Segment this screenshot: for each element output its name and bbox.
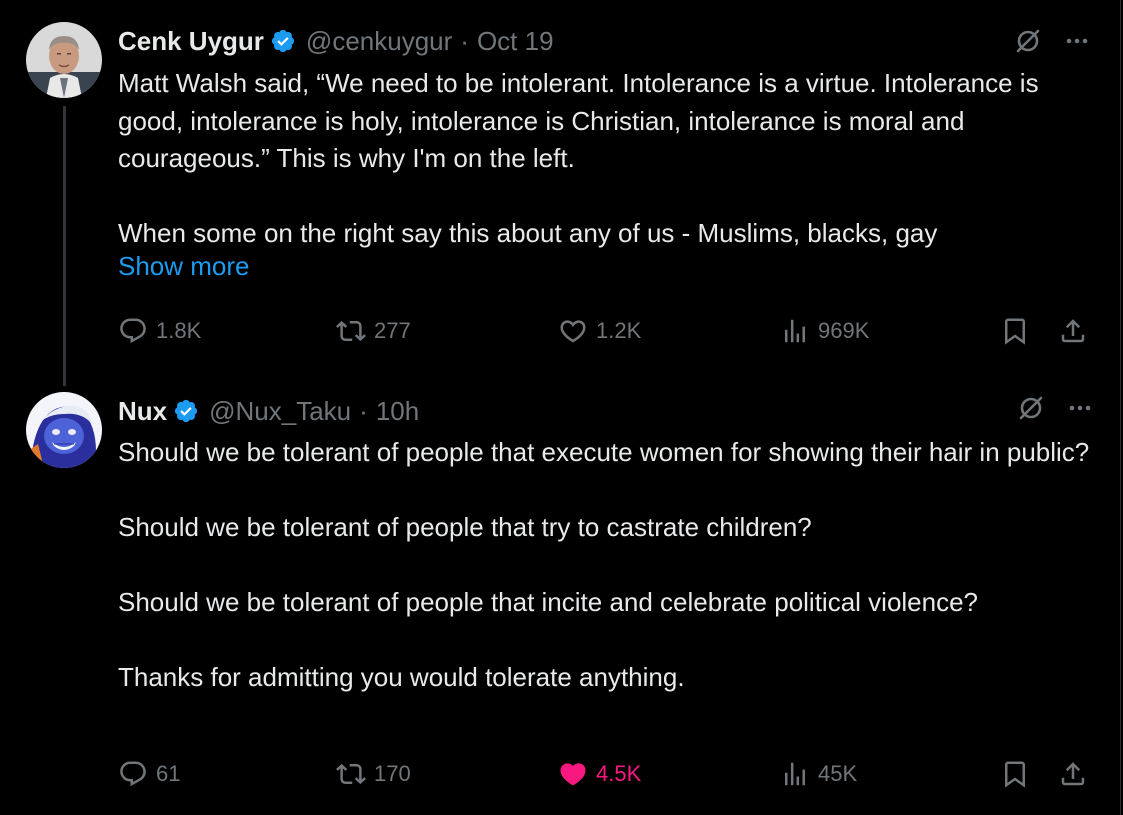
- author-name[interactable]: Nux: [118, 396, 167, 427]
- more-options-icon[interactable]: [1067, 395, 1093, 421]
- tweet-text: Matt Walsh said, “We need to be intolera…: [118, 68, 1039, 248]
- tweet-top-controls: [1017, 394, 1093, 422]
- bookmark-icon: [1005, 761, 1025, 788]
- meta-separator: ·: [460, 25, 469, 56]
- more-options-icon[interactable]: [1064, 28, 1090, 54]
- tweet-text: Should we be tolerant of people that exe…: [118, 437, 1090, 692]
- verified-badge-icon[interactable]: [173, 398, 199, 424]
- repost-icon: [336, 763, 366, 785]
- reply-count: 61: [156, 761, 181, 786]
- views-button[interactable]: 969K: [780, 313, 869, 349]
- avatar-nux-image: [26, 392, 102, 468]
- repost-count: 170: [374, 761, 411, 786]
- views-button[interactable]: 45K: [780, 756, 857, 792]
- avatar-cenk-uygur-image: [26, 22, 102, 98]
- tweet[interactable]: Nux @Nux_Taku · 10h Should we be toleran…: [0, 380, 1120, 815]
- grok-icon[interactable]: [1014, 27, 1042, 55]
- author-handle[interactable]: @Nux_Taku: [209, 396, 351, 427]
- heart-icon: [560, 763, 586, 786]
- reply-icon: [120, 318, 146, 344]
- share-button[interactable]: [1058, 313, 1088, 349]
- tweet-header: Nux @Nux_Taku · 10h: [118, 396, 419, 426]
- bookmark-button[interactable]: [1000, 313, 1030, 349]
- tweet-header: Cenk Uygur @cenkuygur · Oct 19: [118, 26, 554, 56]
- like-count: 4.5K: [596, 761, 642, 786]
- avatar[interactable]: [26, 22, 102, 98]
- avatar[interactable]: [26, 392, 102, 468]
- reply-button[interactable]: 61: [118, 756, 180, 792]
- view-count: 45K: [818, 761, 858, 786]
- repost-icon: [336, 320, 366, 342]
- timestamp[interactable]: Oct 19: [477, 26, 554, 57]
- timeline-border: [1120, 0, 1121, 815]
- timestamp[interactable]: 10h: [376, 396, 419, 427]
- tweet-actions: 61 170 4.5K 45K: [118, 756, 1090, 792]
- like-button[interactable]: 4.5K: [558, 756, 641, 792]
- tweet-actions: 1.8K 277 1.2K 969K: [118, 313, 1090, 349]
- author-handle[interactable]: @cenkuygur: [306, 26, 452, 57]
- author-name[interactable]: Cenk Uygur: [118, 26, 264, 57]
- like-button[interactable]: 1.2K: [558, 313, 641, 349]
- tweet-top-controls: [1014, 27, 1090, 55]
- repost-count: 277: [374, 318, 411, 343]
- reply-count: 1.8K: [156, 318, 202, 343]
- share-icon: [1061, 762, 1085, 786]
- view-count: 969K: [818, 318, 870, 343]
- views-icon: [785, 319, 805, 343]
- heart-icon: [560, 320, 586, 343]
- meta-separator: ·: [359, 395, 368, 426]
- tweet[interactable]: Cenk Uygur @cenkuygur · Oct 19 Matt Wals: [0, 0, 1120, 380]
- like-count: 1.2K: [596, 318, 642, 343]
- repost-button[interactable]: 277: [336, 313, 411, 349]
- share-icon: [1061, 319, 1085, 343]
- grok-icon[interactable]: [1017, 394, 1045, 422]
- reply-button[interactable]: 1.8K: [118, 313, 201, 349]
- views-icon: [785, 762, 805, 786]
- reply-icon: [120, 761, 146, 787]
- repost-button[interactable]: 170: [336, 756, 411, 792]
- bookmark-icon: [1005, 318, 1025, 345]
- verified-badge-icon[interactable]: [270, 28, 296, 54]
- bookmark-button[interactable]: [1000, 756, 1030, 792]
- share-button[interactable]: [1058, 756, 1088, 792]
- show-more-link[interactable]: Show more: [118, 251, 250, 282]
